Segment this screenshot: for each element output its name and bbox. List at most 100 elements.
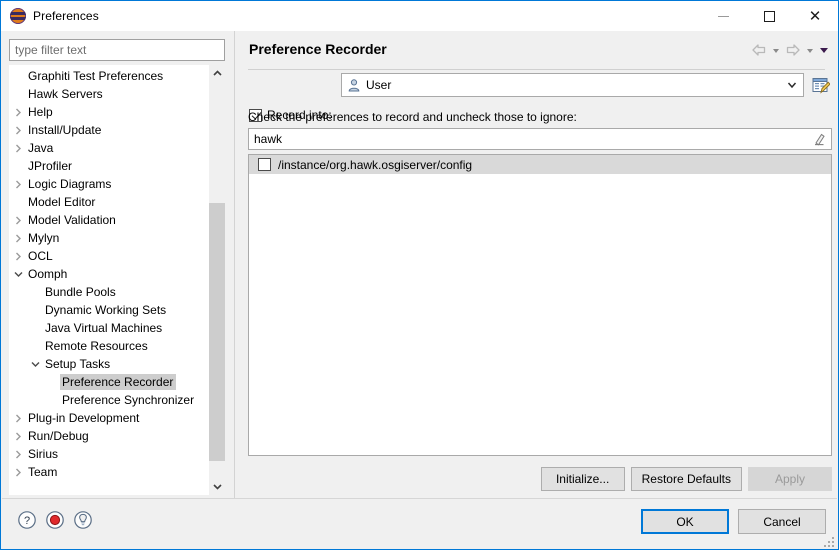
sidebar-item-logic-diagrams[interactable]: Logic Diagrams (9, 175, 209, 193)
sidebar-item-oomph[interactable]: Oomph (9, 265, 209, 283)
chevron-down-icon (787, 82, 797, 89)
sidebar-item-setup-tasks[interactable]: Setup Tasks (9, 355, 209, 373)
tree-scrollbar[interactable] (209, 65, 225, 495)
sidebar-item-model-editor[interactable]: Model Editor (9, 193, 209, 211)
sidebar-item-java-virtual-machines[interactable]: Java Virtual Machines (9, 319, 209, 337)
sidebar-item-sirius[interactable]: Sirius (9, 445, 209, 463)
chevron-right-icon[interactable] (11, 126, 26, 135)
ok-button[interactable]: OK (641, 509, 729, 534)
dialog-bottom-bar: ? OK Cancel (2, 499, 837, 549)
chevron-down-icon (212, 484, 222, 490)
forward-history-dropdown[interactable] (804, 40, 816, 60)
back-button[interactable] (750, 40, 768, 60)
sidebar-item-label: Team (28, 465, 58, 479)
bottom-icon-group: ? (16, 509, 94, 531)
sidebar-item-label: Graphiti Test Preferences (28, 69, 164, 83)
scrollbar-thumb[interactable] (209, 203, 225, 461)
sidebar-filter (9, 39, 225, 61)
close-button[interactable]: ✕ (792, 1, 838, 31)
chevron-right-icon[interactable] (11, 234, 26, 243)
record-scope-dropdown-button[interactable] (782, 75, 802, 95)
preference-entry-checkbox[interactable] (258, 158, 271, 171)
forward-button[interactable] (784, 40, 802, 60)
sidebar-item-label: Java Virtual Machines (45, 321, 163, 335)
initialize-button[interactable]: Initialize... (540, 467, 625, 491)
record-scope-value: User (366, 78, 392, 92)
back-history-dropdown[interactable] (770, 40, 782, 60)
page-title: Preference Recorder (249, 41, 387, 57)
record-icon (46, 511, 64, 529)
sidebar-item-dynamic-working-sets[interactable]: Dynamic Working Sets (9, 301, 209, 319)
chevron-right-icon[interactable] (11, 108, 26, 117)
sidebar-item-preference-synchronizer[interactable]: Preference Synchronizer (9, 391, 209, 409)
panel-divider-top (248, 69, 825, 70)
sidebar-item-label: Sirius (28, 447, 59, 461)
sidebar-item-plug-in-development[interactable]: Plug-in Development (9, 409, 209, 427)
resize-grip-icon[interactable] (821, 534, 835, 548)
sidebar-item-mylyn[interactable]: Mylyn (9, 229, 209, 247)
sidebar-item-label: Java (28, 141, 54, 155)
apply-button[interactable]: Apply (748, 467, 832, 491)
clear-filter-button[interactable] (809, 129, 829, 149)
sidebar-item-label: Help (28, 105, 53, 119)
restore-defaults-button[interactable]: Restore Defaults (630, 467, 742, 491)
help-icon: ? (18, 511, 36, 529)
sidebar-item-ocl[interactable]: OCL (9, 247, 209, 265)
sidebar-item-label: Plug-in Development (28, 411, 140, 425)
sidebar-item-label: JProfiler (28, 159, 73, 173)
chevron-right-icon[interactable] (11, 216, 26, 225)
sidebar-item-install-update[interactable]: Install/Update (9, 121, 209, 139)
sidebar-item-graphiti-test-preferences[interactable]: Graphiti Test Preferences (9, 67, 209, 85)
sidebar-item-label: Install/Update (28, 123, 102, 137)
chevron-right-icon[interactable] (11, 468, 26, 477)
chevron-right-icon[interactable] (11, 144, 26, 153)
chevron-right-icon[interactable] (11, 252, 26, 261)
chevron-right-icon[interactable] (11, 414, 26, 423)
chevron-right-icon[interactable] (11, 450, 26, 459)
view-menu-button[interactable] (818, 40, 830, 60)
preference-recorder-edit-button[interactable] (810, 74, 832, 96)
cancel-button[interactable]: Cancel (738, 509, 826, 534)
minimize-button[interactable] (700, 1, 746, 31)
preference-filter-field[interactable] (248, 128, 832, 150)
sidebar-item-run-debug[interactable]: Run/Debug (9, 427, 209, 445)
sidebar-item-jprofiler[interactable]: JProfiler (9, 157, 209, 175)
maximize-button[interactable] (746, 1, 792, 31)
sidebar-item-label: Model Editor (28, 195, 96, 209)
scroll-up-button[interactable] (209, 65, 225, 82)
preference-rows: /instance/org.hawk.osgiserver/config (249, 155, 831, 174)
preference-filter-input[interactable] (249, 128, 809, 150)
sidebar-item-preference-recorder[interactable]: Preference Recorder (9, 373, 209, 391)
preference-entry-row[interactable]: /instance/org.hawk.osgiserver/config (249, 155, 831, 174)
close-icon: ✕ (808, 7, 822, 25)
chevron-down-icon[interactable] (11, 271, 26, 278)
maximize-icon (763, 10, 775, 22)
sidebar-item-help[interactable]: Help (9, 103, 209, 121)
svg-text:?: ? (24, 515, 30, 527)
sidebar-item-remote-resources[interactable]: Remote Resources (9, 337, 209, 355)
view-menu-triangle-icon (820, 48, 828, 53)
chevron-down-icon (807, 49, 813, 53)
preference-entry-label: /instance/org.hawk.osgiserver/config (278, 157, 473, 172)
scroll-down-button[interactable] (209, 478, 225, 495)
sidebar-item-model-validation[interactable]: Model Validation (9, 211, 209, 229)
sidebar-item-label: Model Validation (28, 213, 116, 227)
sidebar-item-hawk-servers[interactable]: Hawk Servers (9, 85, 209, 103)
window-titlebar: Preferences ✕ (1, 1, 838, 31)
preference-entries-list[interactable]: /instance/org.hawk.osgiserver/config (248, 154, 832, 456)
chevron-right-icon[interactable] (11, 432, 26, 441)
sidebar-item-bundle-pools[interactable]: Bundle Pools (9, 283, 209, 301)
preferences-tree: Graphiti Test Preferences Hawk Servers Hel… (9, 65, 225, 495)
sidebar-item-team[interactable]: Team (9, 463, 209, 481)
chevron-right-icon[interactable] (11, 180, 26, 189)
sidebar-item-label: Dynamic Working Sets (45, 303, 167, 317)
record-button[interactable] (44, 509, 66, 531)
chevron-down-icon[interactable] (28, 361, 43, 368)
record-scope-combo[interactable]: User (341, 73, 804, 97)
sidebar-item-label: Logic Diagrams (28, 177, 112, 191)
sidebar-item-label: Oomph (28, 267, 68, 281)
sidebar-item-java[interactable]: Java (9, 139, 209, 157)
tips-button[interactable] (72, 509, 94, 531)
search-input[interactable] (9, 39, 225, 61)
help-button[interactable]: ? (16, 509, 38, 531)
